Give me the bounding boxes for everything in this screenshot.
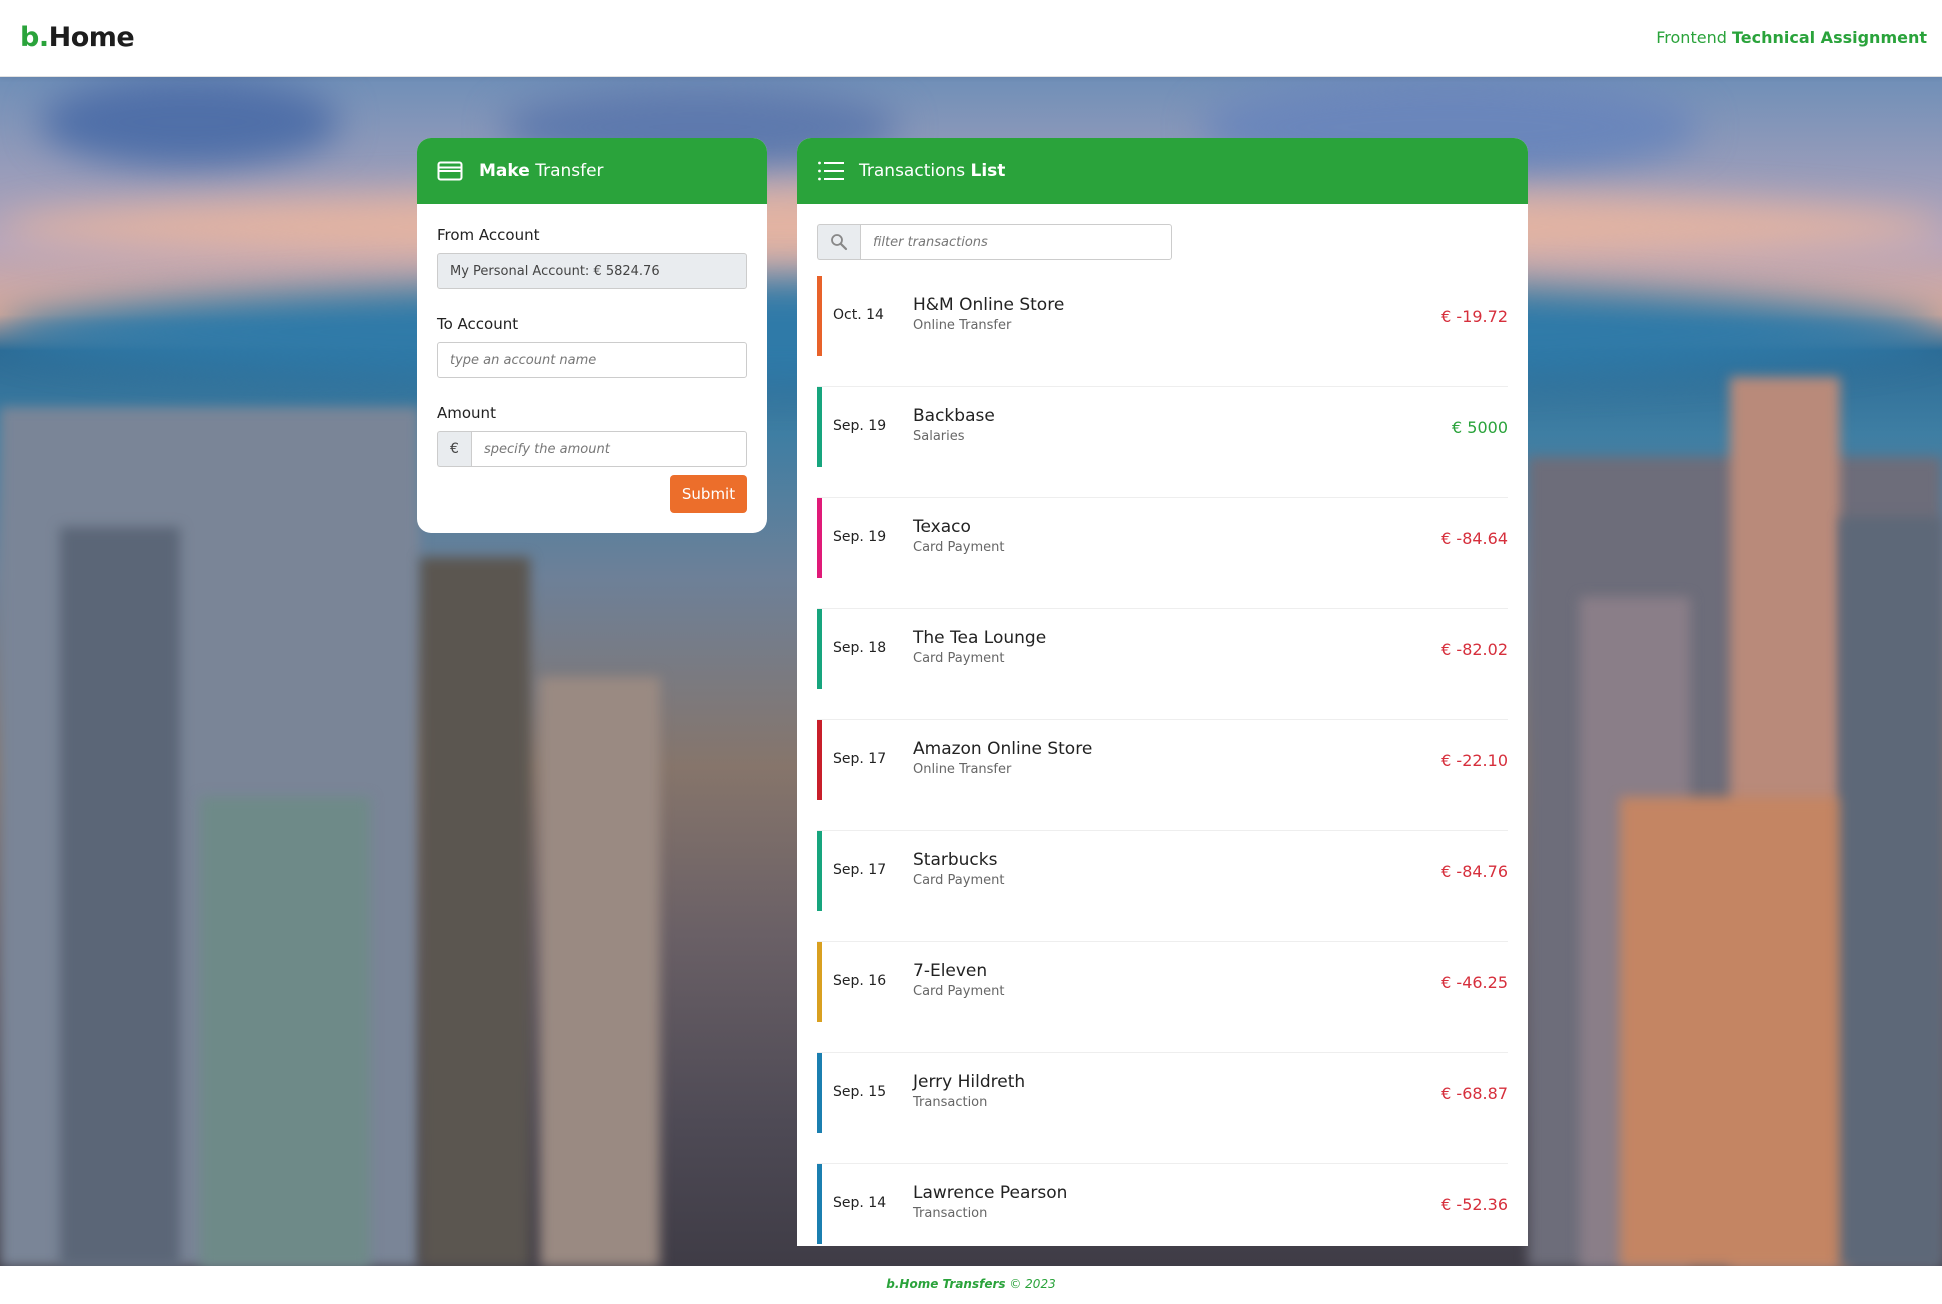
transaction-type: Online Transfer	[913, 318, 1012, 333]
transaction-date: Sep. 15	[833, 1084, 887, 1100]
transaction-row[interactable]: Sep. 17 Amazon Online Store Online Transfe…	[817, 720, 1508, 831]
footer-brand: b.Home Transfers	[886, 1277, 1006, 1291]
transaction-amount: € -22.10	[1441, 751, 1508, 770]
search-icon	[817, 224, 860, 260]
transfer-title-rest: Transfer	[535, 161, 604, 181]
transaction-row[interactable]: Sep. 17 Starbucks Card Payment € -84.76	[817, 831, 1508, 942]
transaction-amount: € -68.87	[1441, 1084, 1508, 1103]
currency-addon: €	[437, 431, 471, 467]
transaction-amount: € 5000	[1452, 418, 1508, 437]
transaction-row[interactable]: Sep. 14 Lawrence Pearson Transaction € -52.…	[817, 1164, 1508, 1246]
amount-label: Amount	[437, 404, 496, 422]
transfer-card-title: Make Transfer	[479, 161, 604, 181]
logo-b: b.	[20, 22, 49, 53]
transaction-date: Sep. 19	[833, 418, 887, 434]
transaction-type: Card Payment	[913, 651, 1005, 666]
transaction-merchant: H&M Online Store	[913, 295, 1065, 315]
tagline-prefix: Frontend	[1656, 28, 1727, 47]
transaction-amount: € -84.64	[1441, 529, 1508, 548]
transaction-type: Transaction	[913, 1095, 988, 1110]
to-account-label: To Account	[437, 315, 519, 333]
transfer-form: From Account My Personal Account: € 5824…	[417, 204, 767, 515]
transactions-title-rest: Transactions	[859, 161, 966, 181]
transaction-date: Sep. 18	[833, 640, 887, 656]
transaction-category-bar	[817, 942, 822, 1022]
transfer-card-header: Make Transfer	[417, 138, 767, 204]
transfer-title-bold: Make	[479, 161, 530, 181]
logo-home: Home	[48, 22, 135, 53]
transaction-category-bar	[817, 387, 822, 467]
transaction-date: Sep. 19	[833, 529, 887, 545]
transaction-date: Sep. 17	[833, 862, 887, 878]
submit-button[interactable]: Submit	[670, 475, 747, 513]
header-tagline: Frontend Technical Assignment	[1656, 28, 1927, 47]
transaction-amount: € -52.36	[1441, 1195, 1508, 1214]
transactions-card-header: Transactions List	[797, 138, 1528, 204]
transaction-merchant: The Tea Lounge	[913, 628, 1047, 648]
to-account-input[interactable]	[437, 342, 747, 378]
transaction-merchant: 7-Eleven	[913, 961, 988, 981]
transaction-row[interactable]: Sep. 16 7-Eleven Card Payment € -46.25	[817, 942, 1508, 1053]
transaction-category-bar	[817, 1164, 822, 1244]
transaction-amount: € -19.72	[1441, 307, 1508, 326]
amount-input-group: €	[437, 431, 747, 467]
transaction-merchant: Texaco	[913, 517, 971, 537]
list-icon	[817, 160, 845, 186]
transaction-date: Sep. 17	[833, 751, 887, 767]
transaction-row[interactable]: Sep. 19 Backbase Salaries € 5000	[817, 387, 1508, 498]
transaction-row[interactable]: Sep. 15 Jerry Hildreth Transaction € -68.87	[817, 1053, 1508, 1164]
transaction-amount: € -84.76	[1441, 862, 1508, 881]
transaction-category-bar	[817, 831, 822, 911]
footer-copyright: © 2023	[1009, 1277, 1056, 1291]
tagline-bold: Technical Assignment	[1731, 28, 1927, 47]
transaction-category-bar	[817, 609, 822, 689]
transaction-type: Card Payment	[913, 540, 1005, 555]
transaction-row[interactable]: Oct. 14 H&M Online Store Online Transfer € …	[817, 276, 1508, 387]
transaction-type: Salaries	[913, 429, 965, 444]
transaction-row[interactable]: Sep. 18 The Tea Lounge Card Payment € -82.0…	[817, 609, 1508, 720]
transactions-list-card: Transactions List Oct. 14 H&M Online Stor…	[797, 138, 1528, 1246]
transaction-amount: € -82.02	[1441, 640, 1508, 659]
app-header: b.Home Frontend Technical Assignment	[0, 0, 1942, 77]
from-account-field: My Personal Account: € 5824.76	[437, 253, 747, 289]
transactions-title-bold: List	[970, 161, 1006, 181]
transaction-type: Card Payment	[913, 873, 1005, 888]
logo[interactable]: b.Home	[20, 22, 135, 53]
transactions-card-title: Transactions List	[859, 161, 1005, 181]
transaction-merchant: Lawrence Pearson	[913, 1183, 1068, 1203]
from-account-label: From Account	[437, 226, 540, 244]
transaction-category-bar	[817, 276, 822, 356]
transaction-merchant: Jerry Hildreth	[913, 1072, 1026, 1092]
make-transfer-card: Make Transfer From Account My Personal A…	[417, 138, 767, 533]
transaction-merchant: Starbucks	[913, 850, 998, 870]
amount-input[interactable]	[471, 431, 747, 467]
transactions-list: Oct. 14 H&M Online Store Online Transfer € …	[817, 276, 1508, 1246]
transaction-row[interactable]: Sep. 19 Texaco Card Payment € -84.64	[817, 498, 1508, 609]
transaction-merchant: Backbase	[913, 406, 995, 426]
app-footer: b.Home Transfers © 2023	[0, 1266, 1942, 1304]
transaction-category-bar	[817, 1053, 822, 1133]
filter-transactions-input[interactable]	[860, 224, 1172, 260]
transaction-date: Sep. 16	[833, 973, 887, 989]
filter-search-group	[817, 224, 1172, 260]
transaction-category-bar	[817, 720, 822, 800]
transaction-amount: € -46.25	[1441, 973, 1508, 992]
transaction-type: Transaction	[913, 1206, 988, 1221]
transaction-merchant: Amazon Online Store	[913, 739, 1093, 759]
transaction-date: Oct. 14	[833, 307, 884, 323]
transaction-date: Sep. 14	[833, 1195, 887, 1211]
transaction-category-bar	[817, 498, 822, 578]
transaction-type: Card Payment	[913, 984, 1005, 999]
credit-card-icon	[437, 160, 463, 186]
transaction-type: Online Transfer	[913, 762, 1012, 777]
